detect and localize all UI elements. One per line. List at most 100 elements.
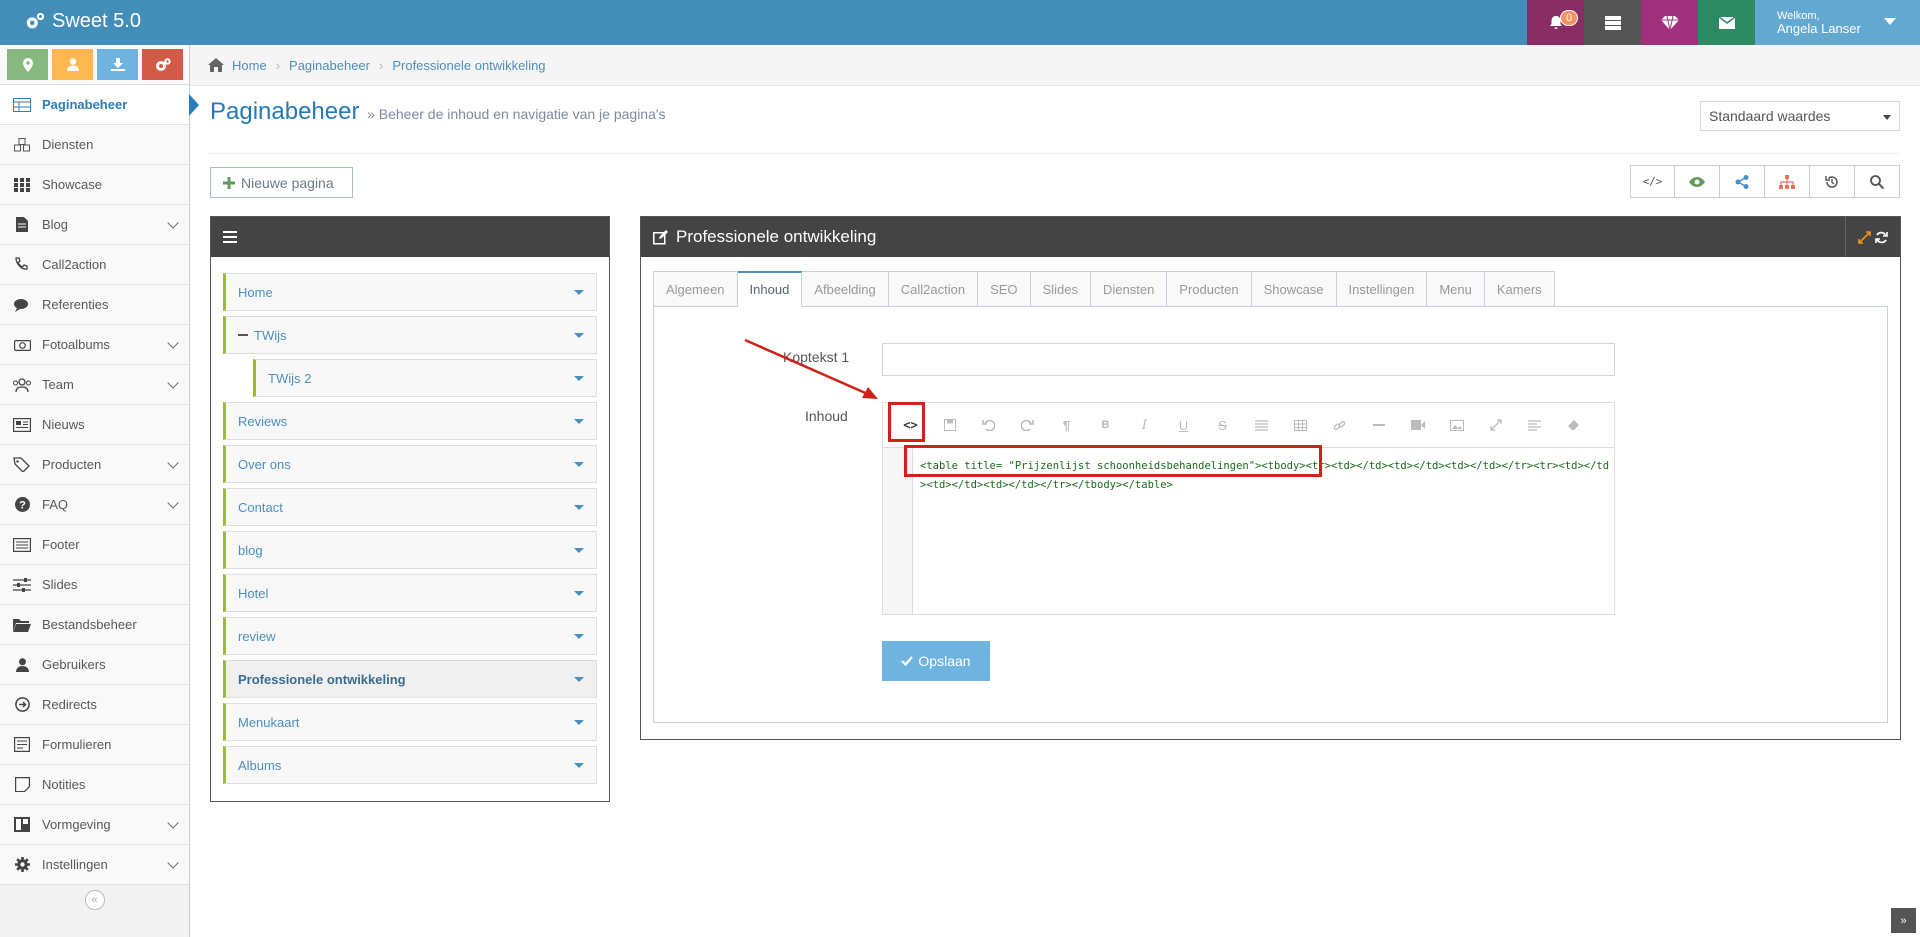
tab-slides[interactable]: Slides xyxy=(1030,271,1091,307)
tab-menu[interactable]: Menu xyxy=(1427,271,1485,307)
caret-down-icon[interactable] xyxy=(574,505,584,510)
tab-showcase[interactable]: Showcase xyxy=(1251,271,1337,307)
refresh-icon[interactable] xyxy=(1875,231,1888,244)
sidebar-item-instellingen[interactable]: Instellingen xyxy=(0,845,189,885)
sidebar-item-fotoalbums[interactable]: Fotoalbums xyxy=(0,325,189,365)
default-values-select[interactable]: Standaard waardes xyxy=(1700,101,1900,131)
caret-down-icon[interactable] xyxy=(574,591,584,596)
history-button[interactable] xyxy=(1810,165,1855,198)
tree-node[interactable]: TWijs 2 xyxy=(253,359,597,397)
tree-node[interactable]: blog xyxy=(223,531,597,569)
horizontal-rule-button[interactable] xyxy=(1359,410,1398,440)
tree-node[interactable]: Menukaart xyxy=(223,703,597,741)
notifications-button[interactable]: 0 xyxy=(1527,0,1584,45)
collapse-minus-icon[interactable] xyxy=(238,334,248,336)
clear-format-button[interactable] xyxy=(1554,410,1593,440)
sidebar-item-blog[interactable]: Blog xyxy=(0,205,189,245)
shortcut-download-button[interactable] xyxy=(97,49,138,80)
strikethrough-button[interactable]: S xyxy=(1203,410,1242,440)
scroll-top-button[interactable]: » xyxy=(1891,908,1916,933)
sidebar-item-gebruikers[interactable]: Gebruikers xyxy=(0,645,189,685)
share-button[interactable] xyxy=(1720,165,1765,198)
caret-down-icon[interactable] xyxy=(574,290,584,295)
sidebar-item-slides[interactable]: Slides xyxy=(0,565,189,605)
caret-down-icon[interactable] xyxy=(574,634,584,639)
user-menu[interactable]: Welkom, Angela Lanser xyxy=(1755,0,1920,45)
italic-button[interactable]: I xyxy=(1125,410,1164,440)
menu-icon[interactable] xyxy=(223,231,237,243)
sidebar-item-nieuws[interactable]: Nieuws xyxy=(0,405,189,445)
tab-call2action[interactable]: Call2action xyxy=(888,271,979,307)
tab-producten[interactable]: Producten xyxy=(1167,271,1252,307)
caret-down-icon[interactable] xyxy=(574,419,584,424)
tree-node[interactable]: review xyxy=(223,617,597,655)
sidebar-item-paginabeheer[interactable]: Paginabeheer xyxy=(0,85,199,125)
caret-down-icon[interactable] xyxy=(574,376,584,381)
sidebar-item-referenties[interactable]: Referenties xyxy=(0,285,189,325)
breadcrumb-paginabeheer[interactable]: Paginabeheer xyxy=(289,58,370,73)
caret-down-icon[interactable] xyxy=(574,763,584,768)
brand[interactable]: Sweet 5.0 xyxy=(24,10,141,33)
expand-icon[interactable] xyxy=(1858,230,1871,244)
breadcrumb-home[interactable]: Home xyxy=(232,58,267,73)
bold-button[interactable]: B xyxy=(1086,410,1125,440)
preview-button[interactable] xyxy=(1675,165,1720,198)
koptekst-input[interactable] xyxy=(882,343,1615,376)
sitemap-button[interactable] xyxy=(1765,165,1810,198)
save-doc-button[interactable] xyxy=(930,410,969,440)
tab-kamers[interactable]: Kamers xyxy=(1484,271,1555,307)
sidebar-item-redirects[interactable]: Redirects xyxy=(0,685,189,725)
align-button[interactable] xyxy=(1515,410,1554,440)
paragraph-button[interactable]: ¶ xyxy=(1047,410,1086,440)
tab-inhoud[interactable]: Inhoud xyxy=(737,271,803,307)
shortcut-settings-button[interactable] xyxy=(142,49,183,80)
video-button[interactable] xyxy=(1398,410,1437,440)
sidebar-item-footer[interactable]: Footer xyxy=(0,525,189,565)
sidebar-item-team[interactable]: Team xyxy=(0,365,189,405)
shortcut-user-button[interactable] xyxy=(52,49,93,80)
sidebar-item-showcase[interactable]: Showcase xyxy=(0,165,189,205)
tree-node[interactable]: TWijs xyxy=(223,316,597,354)
search-button[interactable] xyxy=(1855,165,1900,198)
save-button[interactable]: Opslaan xyxy=(882,641,990,681)
caret-down-icon[interactable] xyxy=(574,677,584,682)
link-button[interactable] xyxy=(1320,410,1359,440)
sidebar-item-diensten[interactable]: Diensten xyxy=(0,125,189,165)
new-page-button[interactable]: Nieuwe pagina xyxy=(210,167,353,198)
shortcut-location-button[interactable] xyxy=(7,49,48,80)
collapse-icon[interactable]: « xyxy=(84,890,105,910)
underline-button[interactable]: U xyxy=(1164,410,1203,440)
tab-seo[interactable]: SEO xyxy=(978,271,1031,307)
caret-down-icon[interactable] xyxy=(574,720,584,725)
table-button[interactable] xyxy=(1281,410,1320,440)
sidebar-item-formulieren[interactable]: Formulieren xyxy=(0,725,189,765)
sidebar-item-notities[interactable]: Notities xyxy=(0,765,189,805)
sidebar-item-call2action[interactable]: Call2action xyxy=(0,245,189,285)
sidebar-item-faq[interactable]: ? FAQ xyxy=(0,485,189,525)
caret-down-icon[interactable] xyxy=(574,333,584,338)
code-view-button[interactable]: </> xyxy=(1630,165,1675,198)
sidebar-item-producten[interactable]: Producten xyxy=(0,445,189,485)
tab-diensten[interactable]: Diensten xyxy=(1090,271,1168,307)
tree-node[interactable]: Over ons xyxy=(223,445,597,483)
redo-button[interactable] xyxy=(1008,410,1047,440)
image-button[interactable] xyxy=(1437,410,1476,440)
server-button[interactable] xyxy=(1584,0,1641,45)
breadcrumb-current[interactable]: Professionele ontwikkeling xyxy=(392,58,545,73)
messages-button[interactable] xyxy=(1698,0,1755,45)
tree-node[interactable]: Hotel xyxy=(223,574,597,612)
tree-node[interactable]: Home xyxy=(223,273,597,311)
caret-down-icon[interactable] xyxy=(574,548,584,553)
tree-node[interactable]: Professionele ontwikkeling xyxy=(223,660,597,698)
diamond-button[interactable] xyxy=(1641,0,1698,45)
tab-instellingen[interactable]: Instellingen xyxy=(1336,271,1428,307)
sidebar-item-vormgeving[interactable]: Vormgeving xyxy=(0,805,189,845)
caret-down-icon[interactable] xyxy=(574,462,584,467)
undo-button[interactable] xyxy=(969,410,1008,440)
tab-algemeen[interactable]: Algemeen xyxy=(653,271,738,307)
tree-node[interactable]: Albums xyxy=(223,746,597,784)
sidebar-item-bestandsbeheer[interactable]: Bestandsbeheer xyxy=(0,605,189,645)
fullscreen-button[interactable] xyxy=(1476,410,1515,440)
list-button[interactable] xyxy=(1242,410,1281,440)
tab-afbeelding[interactable]: Afbeelding xyxy=(802,271,889,307)
